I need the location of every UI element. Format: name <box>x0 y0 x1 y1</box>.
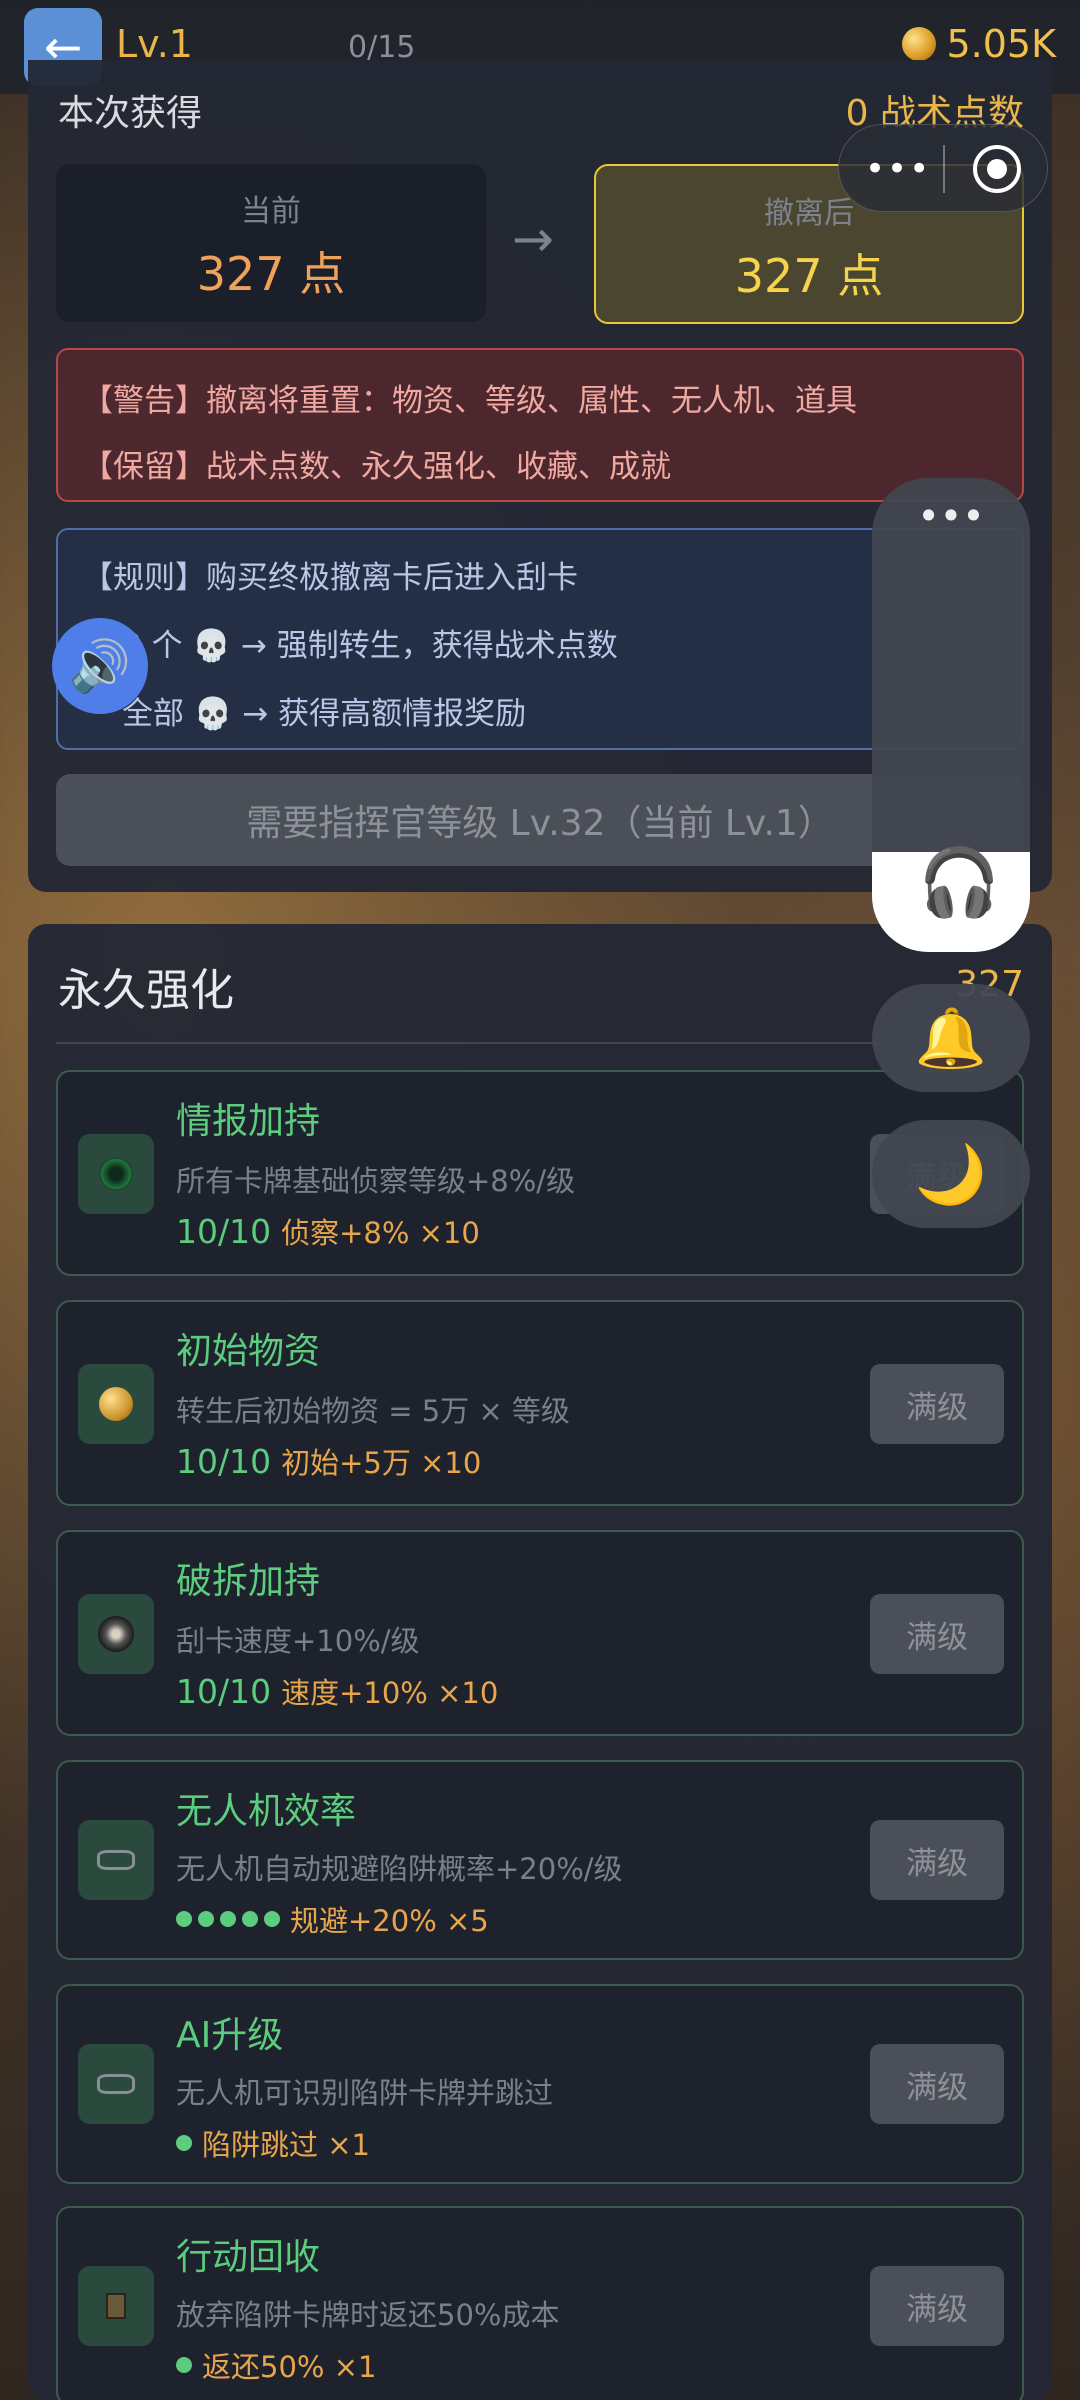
section-title: 永久强化 <box>58 965 234 1016</box>
radar-icon <box>78 1134 154 1214</box>
upgrade-level: 10/10 <box>176 1671 272 1711</box>
warning-line: 【警告】撤离将重置：物资、等级、属性、无人机、道具 <box>82 383 857 419</box>
upgrade-effect: 陷阱跳过 ×1 <box>202 2128 370 2162</box>
upgrade-effect: 初始+5万 ×10 <box>281 1446 482 1480</box>
dark-mode-button[interactable]: 🌙 <box>872 1120 1030 1228</box>
bell-icon: 🔔 <box>914 1003 988 1072</box>
upgrade-desc: 无人机自动规避陷阱概率+20%/级 <box>176 1852 623 1886</box>
drone-icon <box>78 2044 154 2124</box>
max-level-button[interactable]: 满级 <box>870 1820 1004 1900</box>
upgrade-name: AI升级 <box>176 2015 284 2056</box>
close-target-button[interactable] <box>973 145 1021 193</box>
rules-line: 【规则】购买终极撤离卡后进入刮卡 <box>82 560 578 596</box>
upgrade-desc: 放弃陷阱卡牌时返还50%成本 <box>176 2298 560 2332</box>
level-dots <box>176 1911 280 1927</box>
max-level-button[interactable]: 满级 <box>870 2266 1004 2346</box>
drone-icon <box>78 1820 154 1900</box>
upgrade-stat: 10/10 侦察+8% ×10 <box>176 1210 480 1252</box>
speaker-icon: 🔊 <box>68 636 132 695</box>
current-points-box: 当前 327 点 <box>56 164 486 322</box>
arrow-right-icon: → <box>512 210 554 268</box>
sound-button[interactable]: 🔊 <box>52 618 148 714</box>
upgrade-name: 情报加持 <box>176 1101 321 1142</box>
upgrade-stat: 返还50% ×1 <box>176 2344 376 2386</box>
miniprogram-capsule: ••• <box>838 124 1048 212</box>
upgrade-desc: 所有卡牌基础侦察等级+8%/级 <box>176 1164 576 1198</box>
box-icon <box>78 2266 154 2346</box>
upgrade-level: 10/10 <box>176 1441 272 1481</box>
warning-box: 【警告】撤离将重置：物资、等级、属性、无人机、道具 【保留】战术点数、永久强化、… <box>56 348 1024 502</box>
upgrade-desc: 无人机可识别陷阱卡牌并跳过 <box>176 2076 554 2110</box>
coin-icon <box>902 27 937 61</box>
upgrade-card: 破拆加持 刮卡速度+10%/级 10/10 速度+10% ×10 满级 <box>56 1530 1024 1736</box>
upgrade-card: 无人机效率 无人机自动规避陷阱概率+20%/级 规避+20% ×5 满级 <box>56 1760 1024 1960</box>
current-label: 当前 <box>241 194 301 229</box>
upgrade-stat: 陷阱跳过 ×1 <box>176 2122 370 2164</box>
floating-side-panel: ••• 🎧 <box>872 478 1030 952</box>
notification-button[interactable]: 🔔 <box>872 984 1030 1092</box>
upgrade-desc: 转生后初始物资 = 5万 × 等级 <box>176 1394 570 1428</box>
upgrade-stat: 10/10 速度+10% ×10 <box>176 1670 498 1712</box>
after-value: 327 点 <box>734 249 884 303</box>
max-level-button[interactable]: 满级 <box>870 1594 1004 1674</box>
upgrade-card: 初始物资 转生后初始物资 = 5万 × 等级 10/10 初始+5万 ×10 满… <box>56 1300 1024 1506</box>
more-menu-button[interactable]: ••• <box>865 149 931 189</box>
max-level-button[interactable]: 满级 <box>870 2044 1004 2124</box>
coin-icon <box>78 1364 154 1444</box>
upgrade-stat: 规避+20% ×5 <box>176 1898 489 1940</box>
upgrade-effect: 侦察+8% ×10 <box>281 1216 480 1250</box>
upgrade-effect: 规避+20% ×5 <box>290 1904 489 1938</box>
upgrade-name: 初始物资 <box>176 1331 321 1372</box>
upgrade-card: 行动回收 放弃陷阱卡牌时返还50%成本 返还50% ×1 满级 <box>56 2206 1024 2400</box>
divider <box>943 145 945 193</box>
keep-line: 【保留】战术点数、永久强化、收藏、成就 <box>82 449 671 485</box>
upgrade-card: AI升级 无人机可识别陷阱卡牌并跳过 陷阱跳过 ×1 满级 <box>56 1984 1024 2184</box>
upgrade-name: 破拆加持 <box>176 1561 321 1602</box>
upgrade-name: 无人机效率 <box>176 1791 357 1832</box>
level-dots <box>176 2135 192 2151</box>
upgrade-effect: 返还50% ×1 <box>202 2350 377 2384</box>
upgrade-name: 行动回收 <box>176 2237 321 2278</box>
upgrade-level: 10/10 <box>176 1211 272 1251</box>
break-icon <box>78 1594 154 1674</box>
max-level-button[interactable]: 满级 <box>870 1364 1004 1444</box>
upgrade-stat: 10/10 初始+5万 ×10 <box>176 1440 481 1482</box>
gained-label: 本次获得 <box>58 93 203 134</box>
headphone-icon[interactable]: 🎧 <box>918 850 1000 916</box>
current-value: 327 点 <box>196 247 346 301</box>
rules-line: 3 个 💀 → 强制转生，获得战术点数 <box>122 628 618 664</box>
rules-line: 全部 💀 → 获得高额情报奖励 <box>122 696 527 732</box>
moon-icon: 🌙 <box>914 1139 988 1208</box>
upgrade-effect: 速度+10% ×10 <box>281 1676 499 1710</box>
level-dots <box>176 2357 192 2373</box>
side-more-button[interactable]: ••• <box>872 494 1030 538</box>
upgrade-desc: 刮卡速度+10%/级 <box>176 1624 420 1658</box>
